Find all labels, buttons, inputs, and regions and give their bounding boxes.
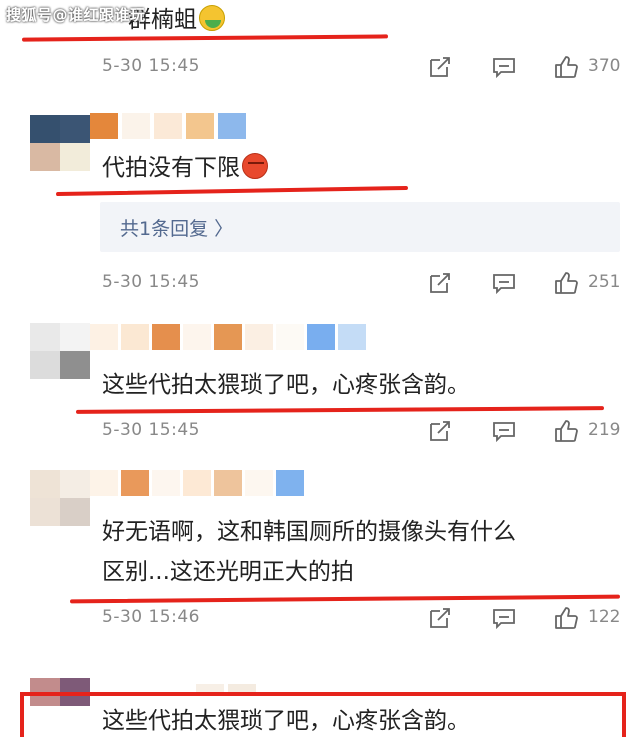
replies-link[interactable]: 共1条回复 〉 [100,202,620,252]
comment-icon [493,58,515,79]
comment-time: 5-30 15:45 [102,420,200,440]
avatar[interactable] [30,323,90,379]
comment-time: 5-30 15:45 [102,56,200,76]
comment-icon [493,609,515,630]
comment-icon [493,274,515,295]
avatar[interactable] [30,470,90,526]
like-count: 122 [588,607,621,627]
nauseated-face-icon [199,5,225,31]
comment-icon [493,422,515,443]
like-button[interactable] [550,416,582,446]
like-button[interactable] [550,603,582,633]
share-icon [430,608,450,628]
share-button[interactable] [424,416,456,446]
red-underline [21,34,389,42]
comment-meta: 5-30 15:45 370 [102,52,622,82]
thumbs-up-icon [555,272,578,294]
like-count: 370 [588,56,621,76]
comment-text-line2: 区别...这还光明正大的拍 [102,559,354,585]
thumbs-up-icon [555,420,578,442]
share-icon [430,57,450,77]
replies-count: 共1条回复 〉 [120,218,234,240]
username[interactable] [90,113,246,139]
comment-button[interactable] [488,416,520,446]
comment-text: 代拍没有下限 [102,150,268,186]
thumbs-up-icon [555,56,578,78]
angry-face-icon [242,153,268,179]
like-button[interactable] [550,52,582,82]
avatar[interactable] [30,115,90,171]
comment-text: 这些代拍太猥琐了吧，心疼张含韵。 [102,708,470,734]
watermark: 搜狐号@谁红跟谁玩 [6,6,146,24]
comment-meta: 5-30 15:45 251 [102,268,622,298]
comment-time: 5-30 15:46 [102,607,200,627]
username[interactable] [90,470,304,496]
thumbs-up-icon [555,607,578,629]
share-button[interactable] [424,268,456,298]
share-icon [430,273,450,293]
comment-meta: 5-30 15:45 219 [102,416,622,446]
comment-meta: 5-30 15:46 122 [102,603,622,633]
red-underline [75,406,605,414]
like-count: 219 [588,420,621,440]
comment-button[interactable] [488,268,520,298]
share-button[interactable] [424,52,456,82]
like-count: 251 [588,272,621,292]
username[interactable] [90,324,366,350]
red-underline [55,185,409,197]
comment-button[interactable] [488,52,520,82]
like-button[interactable] [550,268,582,298]
comment-text: 这些代拍太猥琐了吧，心疼张含韵。 [102,372,470,398]
comment-button[interactable] [488,603,520,633]
share-icon [430,421,450,441]
share-button[interactable] [424,603,456,633]
comment-time: 5-30 15:45 [102,272,200,292]
comment-text: 好无语啊，这和韩国厕所的摄像头有什么 [102,519,516,545]
